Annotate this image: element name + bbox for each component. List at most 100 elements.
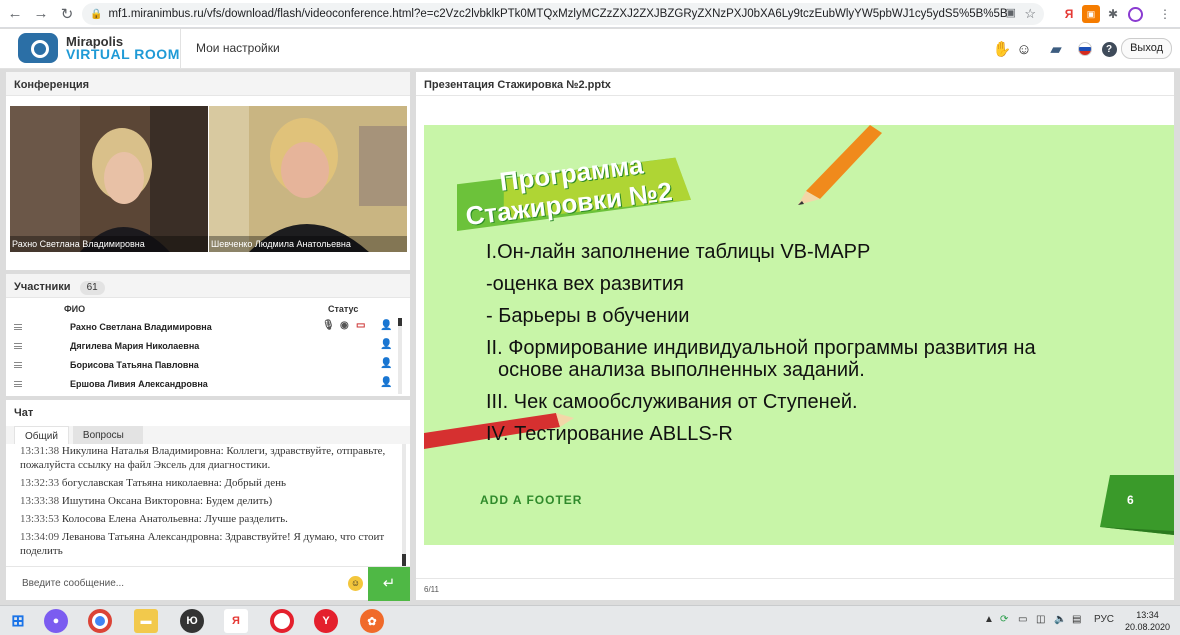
participant-row[interactable]: Дягилева Мария Николаевна 👤 <box>6 337 402 356</box>
conference-panel: Конференция Рахно Светлана Владимировна … <box>6 72 410 270</box>
page-counter: 6/11 <box>424 585 439 594</box>
tray-arrow-icon[interactable]: ▲ <box>984 614 994 625</box>
tray-network-icon[interactable]: ◫ <box>1036 614 1045 625</box>
message-time: 13:34:09 <box>20 531 60 543</box>
slide-text-line: основе анализа выполненных заданий. <box>498 359 865 381</box>
app-icon[interactable]: ✿ <box>360 609 384 633</box>
file-explorer-icon[interactable]: ▬ <box>134 609 158 633</box>
tray-keyboard-icon[interactable]: ▤ <box>1072 614 1081 625</box>
url-text[interactable]: mf1.miranimbus.ru/vfs/download/flash/vid… <box>108 8 1008 20</box>
webcam-icon[interactable]: ◉ <box>340 320 349 331</box>
conference-title: Конференция <box>6 72 410 96</box>
message-time: 13:33:38 <box>20 495 60 507</box>
windows-start-icon[interactable]: ⊞ <box>6 609 30 633</box>
alice-assistant-icon[interactable]: ● <box>44 609 68 633</box>
participant-name: Дягилева Мария Николаевна <box>70 341 200 351</box>
camera-icon[interactable]: ▣ <box>1006 6 1016 19</box>
chat-tabs: Общий Вопросы <box>14 426 143 444</box>
lock-icon: 🔒 <box>90 8 103 20</box>
clock-time: 13:34 <box>1136 610 1159 620</box>
drag-handle-icon[interactable] <box>14 343 22 349</box>
tray-language[interactable]: РУС <box>1094 614 1114 625</box>
participant-video-1 <box>10 106 208 252</box>
slide-number: 6 <box>1127 493 1134 507</box>
slide-text-line: III. Чек самообслуживания от Ступеней. <box>486 391 858 413</box>
smiley-icon[interactable]: ☺ <box>348 576 363 591</box>
tray-sync-icon[interactable]: ⟳ <box>1000 614 1008 625</box>
puzzle-extensions-icon[interactable]: ✱ <box>1104 5 1122 23</box>
drag-handle-icon[interactable] <box>14 362 22 368</box>
presenter-role-icon: 👤 <box>380 320 393 331</box>
my-settings-link[interactable]: Мои настройки <box>196 41 280 55</box>
column-status-header[interactable]: Статус <box>328 304 358 314</box>
chat-log[interactable]: 13:31:38 Никулина Наталья Владимировна: … <box>6 444 402 566</box>
participant-row[interactable]: Ершова Ливия Александровна 👤 <box>6 375 402 394</box>
folder-icon[interactable]: ▰ <box>1046 39 1066 59</box>
participants-count-badge: 61 <box>79 281 105 295</box>
reload-icon[interactable]: ↻ <box>56 3 78 25</box>
header-divider <box>180 29 181 69</box>
participants-scrollbar[interactable] <box>398 318 402 394</box>
message-text: Колосова Елена Анатольевна: Лучше раздел… <box>61 513 288 525</box>
chrome-taskbar-icon[interactable] <box>88 609 112 633</box>
send-button[interactable]: ↵ <box>368 567 410 601</box>
chat-message: 13:31:38 Никулина Наталья Владимировна: … <box>20 444 402 472</box>
chat-input-bar: Введите сообщение... ☺ ↵ <box>6 566 410 601</box>
forward-icon[interactable]: → <box>30 3 52 25</box>
video-name-label-2: Шевченко Людмила Анатольевна <box>211 239 351 249</box>
yandex-icon[interactable]: Я <box>224 609 248 633</box>
send-arrow-icon: ↵ <box>382 575 396 592</box>
logo-line2: VIRTUAL ROOM <box>66 46 180 62</box>
drag-handle-icon[interactable] <box>14 381 22 387</box>
raise-hand-icon[interactable]: ✋ <box>992 39 1012 59</box>
yu-app-icon[interactable]: Ю <box>180 609 204 633</box>
video-tile-1[interactable]: Рахно Светлана Владимировна <box>10 106 208 252</box>
tray-volume-icon[interactable]: 🔈 <box>1054 614 1066 625</box>
scrollbar-thumb[interactable] <box>398 318 402 326</box>
slide-number-shape <box>1100 475 1174 535</box>
slide-title: Программа Стажировки №2 <box>424 149 724 231</box>
yandex-extension-icon[interactable]: Я <box>1060 5 1078 23</box>
extension-icon[interactable]: ▣ <box>1082 5 1100 23</box>
opera-icon[interactable] <box>270 609 294 633</box>
taskbar-clock[interactable]: 13:34 20.08.2020 <box>1125 609 1170 633</box>
chat-message-input[interactable]: Введите сообщение... <box>22 578 124 589</box>
chat-scrollbar[interactable] <box>402 444 406 566</box>
bookmark-star-icon[interactable]: ☆ <box>1024 6 1036 22</box>
slide-number-box: 6 <box>1100 475 1174 535</box>
language-flag-icon[interactable] <box>1075 39 1095 59</box>
tray-battery-icon[interactable]: ▭ <box>1018 614 1027 625</box>
tab-general[interactable]: Общий <box>14 426 69 444</box>
emoji-icon[interactable]: ☺ <box>1014 39 1034 59</box>
yandex-browser-icon[interactable]: Y <box>314 609 338 633</box>
exit-button[interactable]: Выход <box>1121 38 1172 59</box>
participant-role-icon: 👤 <box>380 339 393 350</box>
chat-message: 13:33:53 Колосова Елена Анатольевна: Луч… <box>20 512 402 526</box>
participant-row[interactable]: Рахно Светлана Владимировна 🎙 ◉ ▭ 👤 <box>6 318 402 337</box>
video-tile-2[interactable]: Шевченко Людмила Анатольевна <box>209 106 407 252</box>
slide-text-line: I.Он-лайн заполнение таблицы VB-MAPP <box>486 241 871 263</box>
microphone-icon[interactable]: 🎙 <box>322 320 335 331</box>
participant-role-icon: 👤 <box>380 358 393 369</box>
participant-row[interactable]: Борисова Татьяна Павловна 👤 <box>6 356 402 375</box>
help-icon[interactable]: ? <box>1099 39 1119 59</box>
screen-share-icon[interactable]: ▭ <box>356 320 365 331</box>
tab-questions[interactable]: Вопросы <box>72 426 143 444</box>
slide-text-line: II. Формирование индивидуальной программ… <box>486 337 1036 359</box>
app-header: Mirapolis VIRTUAL ROOM Мои настройки ✋ ☺… <box>0 29 1180 69</box>
scrollbar-thumb[interactable] <box>402 554 406 566</box>
chat-message: 13:34:09 Леванова Татьяна Александровна:… <box>20 530 402 558</box>
browser-toolbar: ← → ↻ 🔒 mf1.miranimbus.ru/vfs/download/f… <box>0 0 1180 28</box>
slide-text-line: -оценка вех развития <box>486 273 684 295</box>
presentation-slide[interactable]: Программа Стажировки №2 I.Он-лайн заполн… <box>424 125 1174 545</box>
menu-icon[interactable]: ⋮ <box>1156 5 1174 23</box>
profile-icon[interactable] <box>1128 7 1143 22</box>
address-bar[interactable]: 🔒 mf1.miranimbus.ru/vfs/download/flash/v… <box>82 3 1044 25</box>
participants-table-header: ФИО Статус <box>6 300 410 318</box>
column-name-header[interactable]: ФИО <box>64 304 85 314</box>
chat-panel: Чат Общий Вопросы 13:31:38 Никулина Ната… <box>6 400 410 601</box>
back-icon[interactable]: ← <box>4 3 26 25</box>
message-text: Леванова Татьяна Александровна: Здравств… <box>20 531 385 557</box>
message-text: Ишутина Оксана Викторовна: Будем делить) <box>61 495 273 507</box>
drag-handle-icon[interactable] <box>14 324 22 330</box>
